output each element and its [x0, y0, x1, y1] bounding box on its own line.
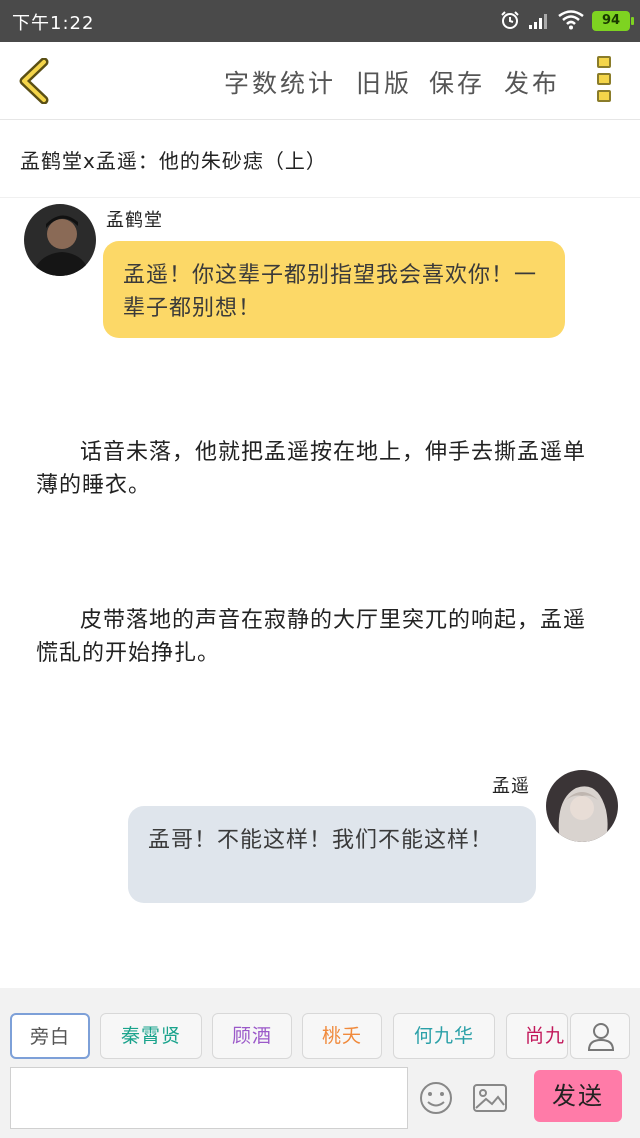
wifi-icon	[558, 10, 584, 34]
message-input[interactable]	[10, 1067, 408, 1129]
status-bar: 下午1:22 94	[0, 0, 640, 42]
alarm-icon	[500, 10, 520, 34]
character-chip[interactable]: 秦霄贤	[100, 1013, 202, 1059]
chevron-left-icon	[19, 57, 49, 105]
image-icon	[473, 1084, 507, 1112]
message-bubble[interactable]: 孟遥！你这辈子都别指望我会喜欢你！一辈子都别想！	[103, 241, 565, 338]
avatar-meng-hetang[interactable]	[24, 204, 96, 276]
speaker-name: 孟遥	[492, 776, 530, 797]
signal-icon	[528, 12, 552, 34]
back-button[interactable]	[14, 57, 58, 105]
emoji-icon	[420, 1082, 452, 1114]
story-title[interactable]: 孟鹤堂x孟遥：他的朱砂痣（上）	[20, 145, 327, 174]
user-icon	[587, 1023, 615, 1051]
old-version-button[interactable]: 旧版	[356, 64, 412, 100]
character-chip[interactable]: 桃夭	[302, 1013, 382, 1059]
character-chip[interactable]: 旁白	[10, 1013, 90, 1059]
more-menu-button[interactable]	[590, 56, 618, 108]
publish-button[interactable]: 发布	[504, 64, 560, 100]
save-button[interactable]: 保存	[429, 64, 485, 100]
speaker-name: 孟鹤堂	[106, 210, 163, 231]
message-bubble[interactable]: 孟哥！不能这样！我们不能这样！	[128, 806, 536, 903]
menu-dot-icon	[597, 56, 611, 68]
status-time: 下午1:22	[12, 13, 95, 34]
avatar-meng-yao[interactable]	[546, 770, 618, 842]
character-chip[interactable]: 尚九	[506, 1013, 568, 1059]
narration-text[interactable]: 皮带落地的声音在寂静的大厅里突兀的响起，孟遥慌乱的开始挣扎。	[36, 604, 596, 670]
character-chip[interactable]: 顾酒	[212, 1013, 292, 1059]
menu-dot-icon	[597, 73, 611, 85]
top-toolbar: 字数统计 旧版 保存 发布	[0, 42, 640, 120]
narration-text[interactable]: 话音未落，他就把孟遥按在地上，伸手去撕孟遥单薄的睡衣。	[36, 436, 596, 502]
image-button[interactable]	[470, 1078, 510, 1118]
add-character-button[interactable]	[570, 1013, 630, 1059]
divider	[0, 197, 640, 198]
battery-indicator: 94	[592, 11, 634, 31]
menu-dot-icon	[597, 90, 611, 102]
send-button[interactable]: 发送	[534, 1070, 622, 1122]
word-count-button[interactable]: 字数统计	[224, 64, 336, 100]
emoji-button[interactable]	[416, 1078, 456, 1118]
character-chip[interactable]: 何九华	[393, 1013, 495, 1059]
